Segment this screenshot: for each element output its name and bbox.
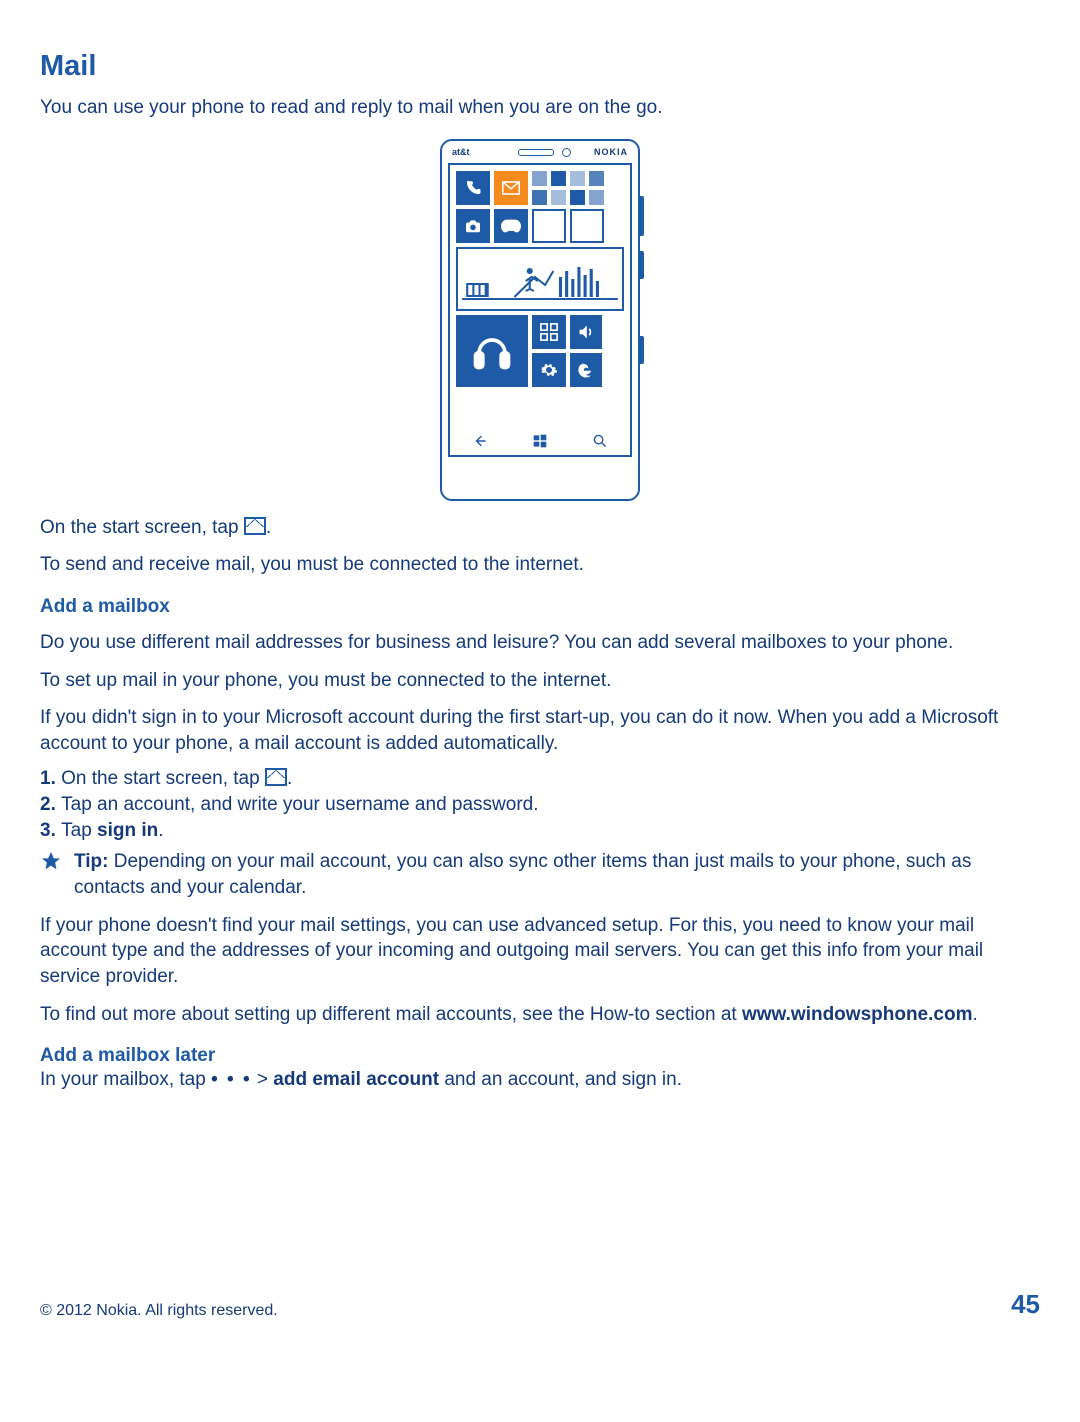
step-1: 1. On the start screen, tap . [40, 766, 1040, 792]
settings-tile [532, 353, 566, 387]
intro-text: You can use your phone to read and reply… [40, 95, 1040, 121]
brand-label: NOKIA [594, 147, 628, 157]
browser-tile [570, 353, 602, 387]
add-p1: Do you use different mail addresses for … [40, 630, 1040, 656]
picture-tile [456, 247, 624, 311]
step-3: 3. Tap sign in. [40, 818, 1040, 844]
start-screen-instruction: On the start screen, tap . [40, 515, 1040, 541]
page-number: 45 [1011, 1289, 1040, 1320]
mail-icon [244, 517, 266, 535]
search-icon [592, 433, 608, 449]
games-tile [494, 209, 528, 243]
advanced-setup-text: If your phone doesn't find your mail set… [40, 913, 1040, 990]
copyright: © 2012 Nokia. All rights reserved. [40, 1302, 278, 1320]
step-2: 2. Tap an account, and write your userna… [40, 792, 1040, 818]
music-tile [456, 315, 528, 387]
tip-block: Tip: Depending on your mail account, you… [40, 849, 1040, 900]
mail-icon [265, 768, 287, 786]
add-p2: To set up mail in your phone, you must b… [40, 668, 1040, 694]
sound-tile [570, 315, 602, 349]
back-icon [472, 433, 488, 449]
page-title: Mail [40, 50, 1040, 83]
more-info-text: To find out more about setting up differ… [40, 1002, 1040, 1028]
camera-tile [456, 209, 490, 243]
phone-tile [456, 171, 490, 205]
add-mailbox-heading: Add a mailbox [40, 596, 1040, 618]
star-icon [40, 851, 68, 873]
windows-icon [532, 433, 548, 449]
add-later-text: In your mailbox, tap • • • > add email a… [40, 1067, 1040, 1093]
apps-tile [532, 315, 566, 349]
more-icon: • • • [211, 1067, 252, 1093]
mail-tile [494, 171, 528, 205]
phone-illustration: at&t NOKIA [40, 139, 1040, 501]
internet-note: To send and receive mail, you must be co… [40, 552, 1040, 578]
add-p3: If you didn't sign in to your Microsoft … [40, 705, 1040, 756]
add-later-heading: Add a mailbox later [40, 1045, 1040, 1067]
carrier-label: at&t [452, 147, 470, 157]
